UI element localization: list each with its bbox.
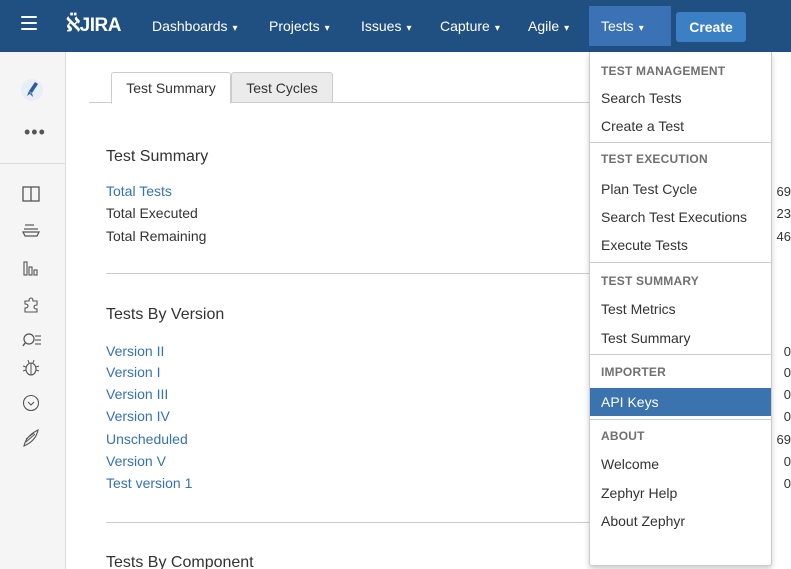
- link-version-i[interactable]: Version I: [106, 364, 160, 380]
- nav-issues[interactable]: Issues ▾: [361, 18, 412, 34]
- chevron-down-icon: ▾: [638, 23, 644, 34]
- link-test-version-1[interactable]: Test version 1: [106, 475, 192, 491]
- value-total-executed: 23: [776, 206, 791, 221]
- menu-separator: [590, 262, 771, 263]
- value-version-iii: 0: [783, 387, 791, 402]
- clock-icon[interactable]: [22, 394, 40, 412]
- sidebar-divider: [0, 163, 66, 164]
- menu-separator: [590, 419, 771, 420]
- menu-separator: [590, 142, 771, 143]
- jira-logo[interactable]: ℵ̈JIRA: [66, 14, 121, 37]
- more-options-icon[interactable]: •••: [24, 122, 46, 143]
- top-navigation-bar: ℵ̈JIRA Dashboards ▾ Projects ▾ Issues ▾ Cap…: [0, 0, 791, 52]
- label-total-remaining: Total Remaining: [106, 228, 207, 244]
- menu-item-test-summary[interactable]: Test Summary: [590, 324, 771, 352]
- link-unscheduled[interactable]: Unscheduled: [106, 431, 188, 447]
- value-version-iv: 0: [783, 409, 791, 424]
- wing-feather-icon[interactable]: [22, 428, 40, 448]
- menu-item-welcome[interactable]: Welcome: [590, 450, 771, 478]
- menu-header-test-summary: TEST SUMMARY: [601, 274, 699, 288]
- link-version-ii[interactable]: Version II: [106, 343, 164, 359]
- value-version-ii: 0: [783, 344, 791, 359]
- section-title-tests-by-version: Tests By Version: [106, 306, 225, 323]
- chevron-down-icon: ▾: [406, 23, 412, 34]
- tab-test-summary[interactable]: Test Summary: [111, 72, 231, 104]
- menu-header-about: ABOUT: [601, 429, 645, 443]
- tab-test-cycles[interactable]: Test Cycles: [231, 72, 333, 103]
- chevron-down-icon: ▾: [232, 23, 238, 34]
- value-total-tests: 69: [776, 184, 791, 199]
- value-total-remaining: 46: [776, 229, 791, 244]
- chevron-down-icon: ▾: [564, 23, 570, 34]
- hamburger-menu-icon[interactable]: [21, 16, 37, 30]
- value-unscheduled: 69: [776, 432, 791, 447]
- menu-header-importer: IMPORTER: [601, 365, 666, 379]
- menu-item-api-keys[interactable]: API Keys: [590, 388, 771, 416]
- create-button[interactable]: Create: [676, 12, 746, 42]
- menu-header-test-execution: TEST EXECUTION: [601, 152, 708, 166]
- nav-dashboards[interactable]: Dashboards ▾: [152, 18, 238, 34]
- menu-item-test-metrics[interactable]: Test Metrics: [590, 295, 771, 323]
- menu-item-search-test-executions[interactable]: Search Test Executions: [590, 203, 771, 231]
- value-version-i: 0: [783, 365, 791, 380]
- tests-dropdown-menu: TEST MANAGEMENT Search Tests Create a Te…: [589, 52, 772, 566]
- menu-header-test-management: TEST MANAGEMENT: [601, 64, 726, 78]
- value-version-v: 0: [783, 454, 791, 469]
- bug-icon[interactable]: [22, 358, 40, 378]
- label-total-executed: Total Executed: [106, 205, 198, 221]
- nav-agile[interactable]: Agile ▾: [528, 18, 569, 34]
- menu-separator: [590, 354, 771, 355]
- section-divider: [106, 522, 590, 523]
- menu-item-plan-test-cycle[interactable]: Plan Test Cycle: [590, 175, 771, 203]
- reports-chart-icon[interactable]: [23, 260, 39, 276]
- value-test-version-1: 0: [783, 476, 791, 491]
- nav-capture[interactable]: Capture ▾: [440, 18, 500, 34]
- chevron-down-icon: ▾: [494, 23, 500, 34]
- menu-item-execute-tests[interactable]: Execute Tests: [590, 231, 771, 259]
- components-puzzle-icon[interactable]: [22, 296, 40, 314]
- link-version-iii[interactable]: Version III: [106, 386, 168, 402]
- link-total-tests[interactable]: Total Tests: [106, 183, 172, 199]
- menu-item-about-zephyr[interactable]: About Zephyr: [590, 507, 771, 535]
- board-icon[interactable]: [22, 186, 40, 202]
- link-version-iv[interactable]: Version IV: [106, 408, 170, 424]
- project-rocket-icon[interactable]: [20, 78, 44, 102]
- section-title-tests-by-component: Tests By Component: [106, 554, 254, 569]
- section-divider: [106, 273, 590, 274]
- search-tests-icon[interactable]: [22, 332, 42, 350]
- link-version-v[interactable]: Version V: [106, 453, 166, 469]
- menu-item-search-tests[interactable]: Search Tests: [590, 84, 771, 112]
- section-title-test-summary: Test Summary: [106, 148, 209, 165]
- menu-item-create-a-test[interactable]: Create a Test: [590, 112, 771, 140]
- releases-ship-icon[interactable]: [22, 222, 40, 238]
- menu-item-zephyr-help[interactable]: Zephyr Help: [590, 479, 771, 507]
- nav-projects[interactable]: Projects ▾: [269, 18, 330, 34]
- chevron-down-icon: ▾: [324, 23, 330, 34]
- nav-tests[interactable]: Tests ▾: [601, 18, 644, 34]
